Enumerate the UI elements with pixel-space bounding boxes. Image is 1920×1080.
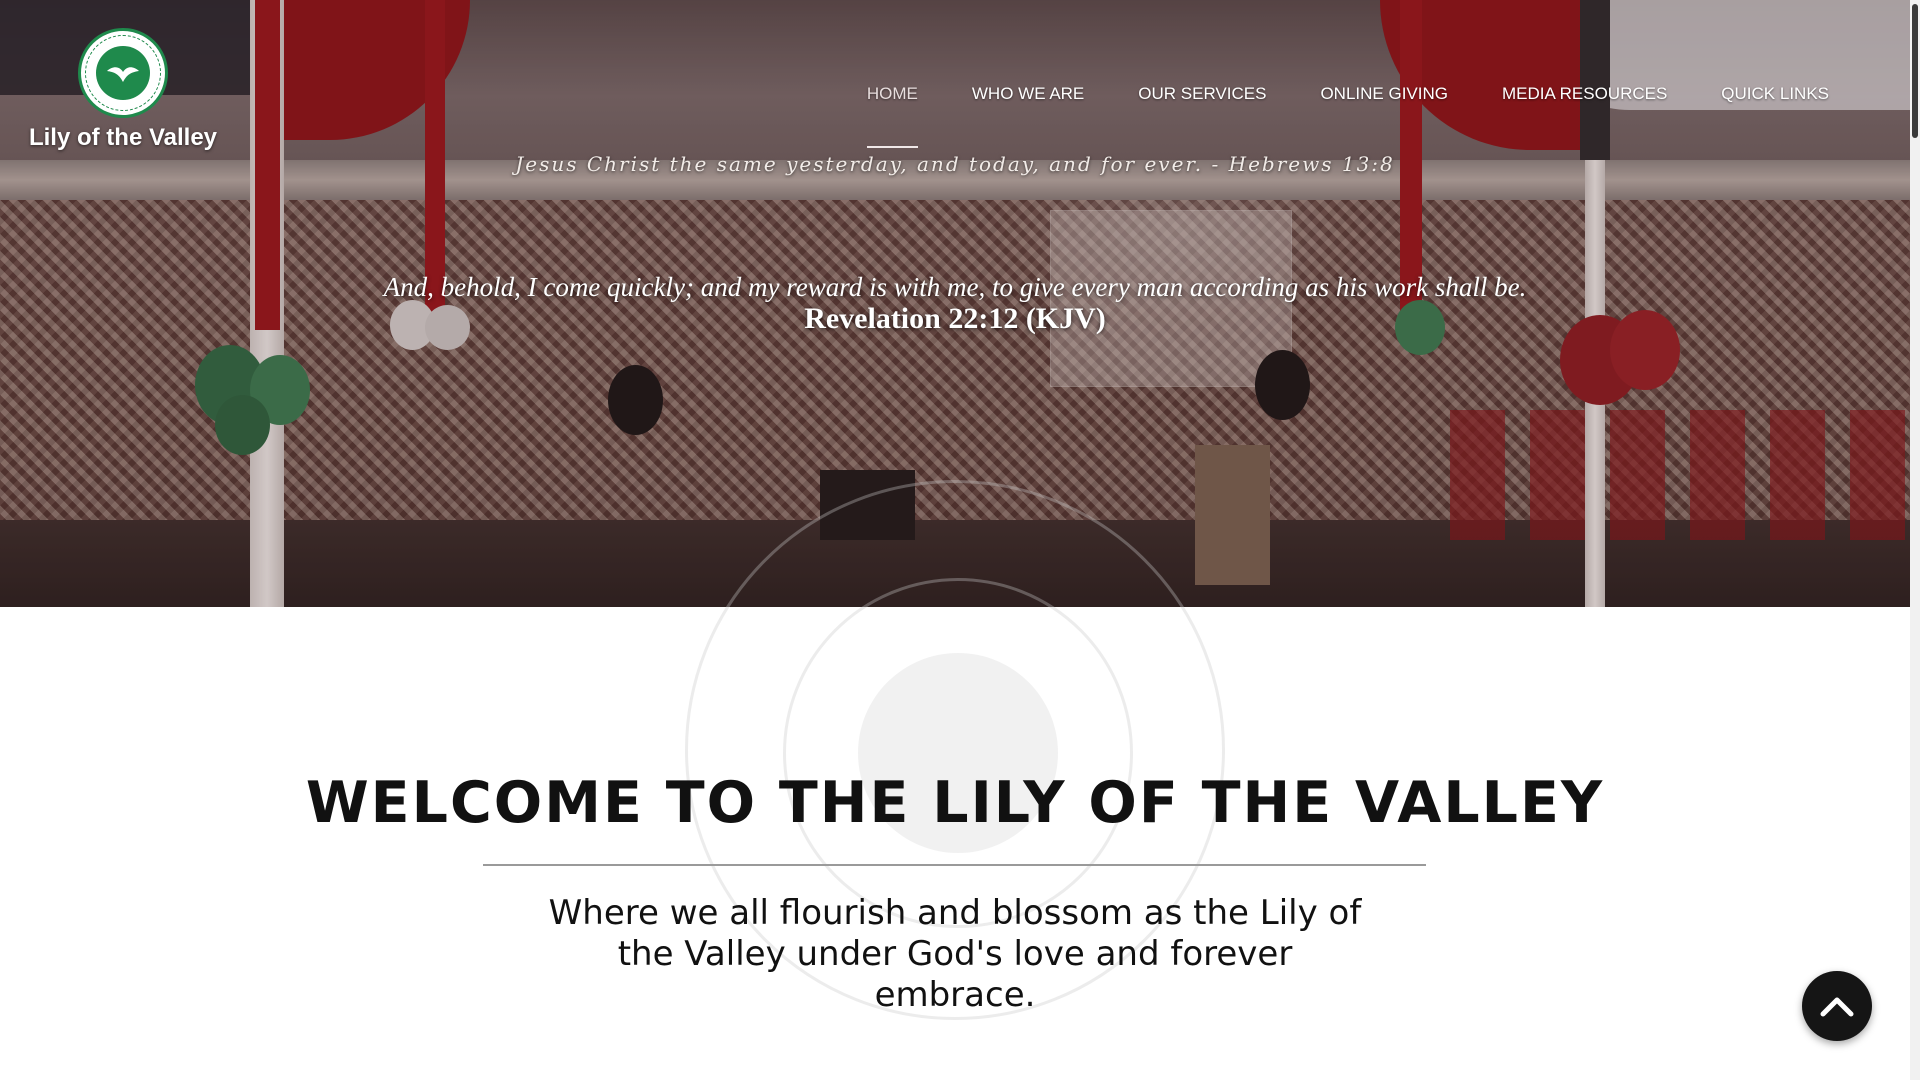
scrollbar-thumb[interactable] [1912,4,1918,138]
welcome-title: WELCOME TO THE LILY OF THE VALLEY [305,770,1605,836]
scroll-to-top-button[interactable] [1802,971,1872,1041]
hero-quote: And, behold, I come quickly; and my rewa… [383,272,1527,302]
site-logo-link[interactable]: Lily of the Valley [18,28,228,152]
nav-item-who-we-are[interactable]: WHO WE ARE [945,84,1111,104]
chevron-up-icon [1820,997,1854,1017]
welcome-divider [483,864,1426,866]
hero-quote-reference: Revelation 22:12 (KJV) [804,302,1106,335]
nav-item-quick-links[interactable]: QUICK LINKS [1694,84,1856,104]
nav-item-home[interactable]: HOME [840,84,945,148]
welcome-subtitle: Where we all flourish and blossom as the… [548,893,1362,1015]
nav-item-media-resources[interactable]: MEDIA RESOURCES [1475,84,1694,104]
watermark-inner-ring [783,578,1133,928]
page-scrollbar[interactable] [1910,0,1920,1080]
site-name: Lily of the Valley [28,124,218,151]
church-logo [78,28,168,118]
main-nav: HOME WHO WE ARE OUR SERVICES ONLINE GIVI… [840,84,1856,148]
nav-item-online-giving[interactable]: ONLINE GIVING [1293,84,1475,104]
nav-item-our-services[interactable]: OUR SERVICES [1111,84,1293,104]
logo-ring [85,35,161,111]
hero-scripture-top: Jesus Christ the same yesterday, and tod… [515,152,1395,176]
